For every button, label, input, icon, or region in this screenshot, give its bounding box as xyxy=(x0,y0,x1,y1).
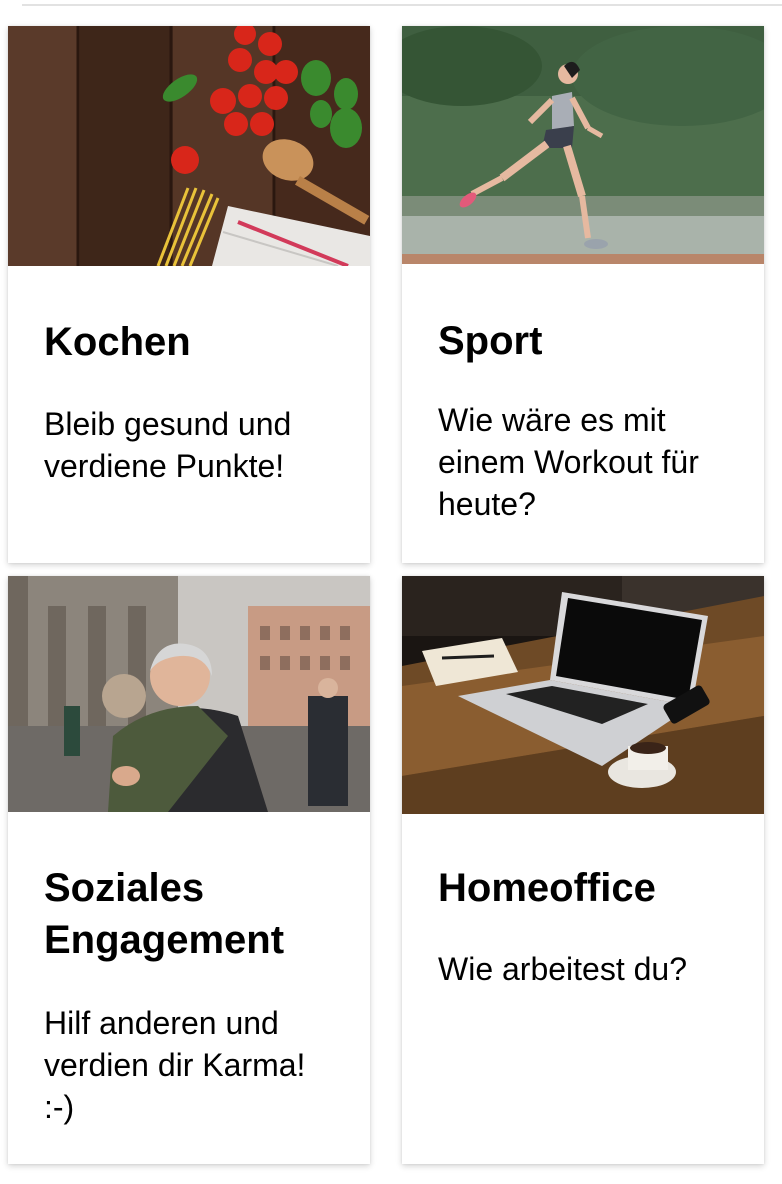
card-homeoffice[interactable]: Homeoffice Wie arbeitest du? xyxy=(402,576,764,1164)
card-description: Bleib gesund und verdiene Punkte! xyxy=(44,406,292,484)
top-divider xyxy=(22,4,782,6)
card-title: Homeoffice xyxy=(438,866,656,910)
card-title: Kochen xyxy=(44,320,191,364)
card-description: Wie wäre es mit einem Workout für heute? xyxy=(438,402,699,522)
card-kochen[interactable]: Kochen Bleib gesund und verdiene Punkte! xyxy=(8,26,370,563)
card-title: Soziales Engagement xyxy=(44,866,285,962)
card-soziales-engagement[interactable]: Soziales Engagement Hilf anderen und ver… xyxy=(8,576,370,1164)
card-sport[interactable]: Sport Wie wäre es mit einem Workout für … xyxy=(402,26,764,563)
woman-running-photo xyxy=(402,26,764,264)
card-title: Sport xyxy=(438,319,543,363)
card-description: Wie arbeitest du? xyxy=(438,951,688,987)
laptop-on-desk-photo xyxy=(402,576,764,814)
cooking-ingredients-photo xyxy=(8,26,370,266)
people-hugging-photo xyxy=(8,576,370,812)
card-description: Hilf anderen und verdien dir Karma! :-) xyxy=(44,1005,306,1125)
